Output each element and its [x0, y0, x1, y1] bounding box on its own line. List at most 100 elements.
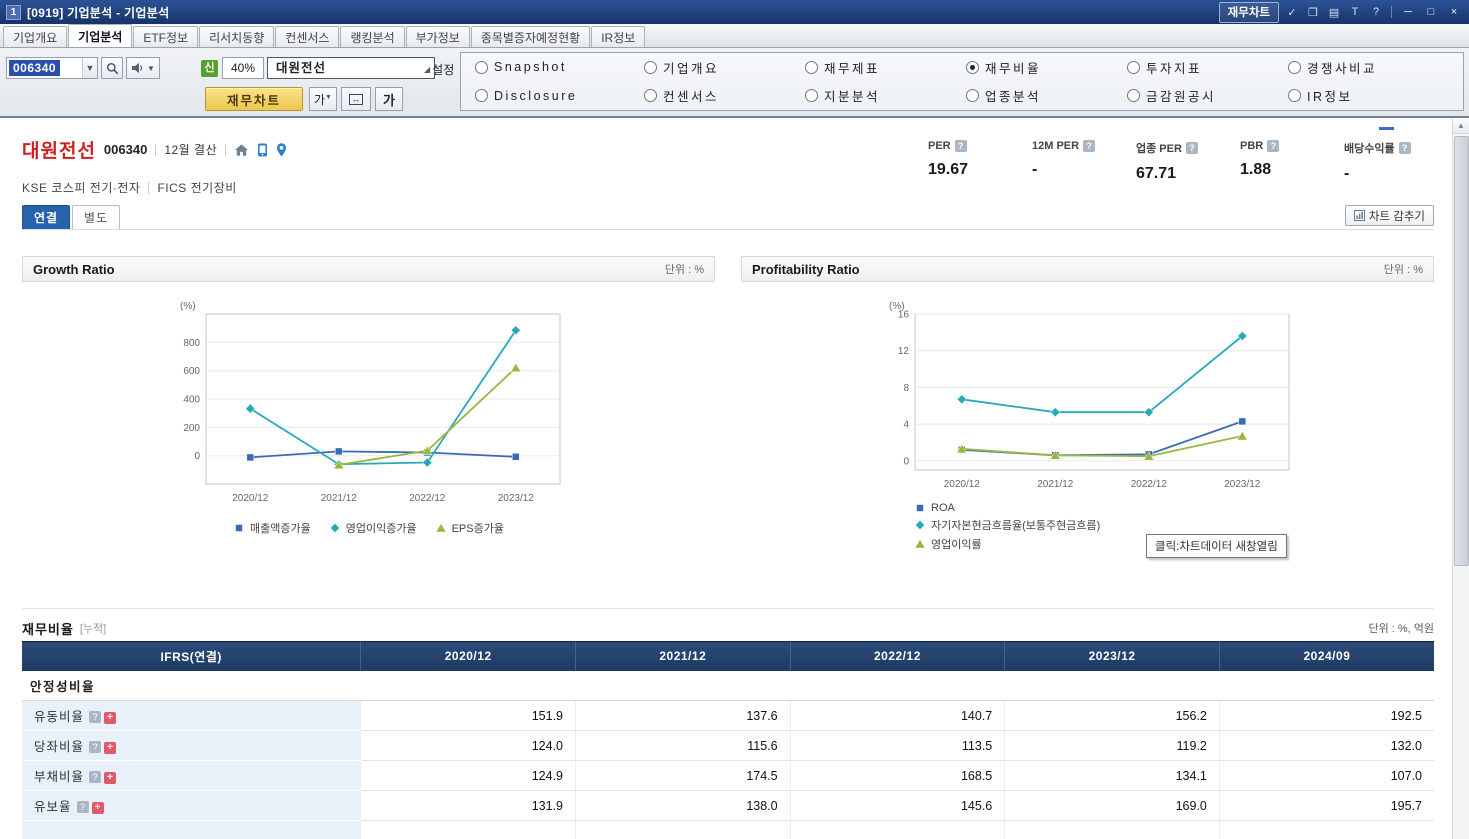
stock-name-field[interactable]: 대원전선 [267, 57, 435, 79]
view-option-업종분석[interactable]: 업종분석 [966, 86, 1127, 105]
view-option-경쟁사비교[interactable]: 경쟁사비교 [1288, 58, 1449, 77]
divider [155, 143, 157, 156]
grid-icon[interactable]: ▤ [1326, 6, 1342, 19]
subtab-별도[interactable]: 별도 [72, 205, 120, 229]
hide-chart-button[interactable]: 차트 감추기 [1344, 205, 1434, 226]
chart-unit: 단위 : % [1383, 264, 1423, 276]
view-option-Disclosure[interactable]: Disclosure [475, 89, 644, 103]
radio-icon[interactable] [644, 60, 658, 74]
minimize-button[interactable]: ─ [1399, 6, 1417, 18]
add-icon[interactable]: + [104, 742, 117, 754]
value-cell [575, 820, 791, 839]
settings-button[interactable]: ◢ 설정 [424, 61, 454, 78]
radio-icon[interactable] [805, 60, 819, 74]
legend-marker [916, 504, 924, 512]
add-icon[interactable]: + [91, 802, 104, 814]
view-option-Snapshot[interactable]: Snapshot [475, 60, 644, 74]
add-icon[interactable]: + [104, 712, 117, 724]
radio-icon[interactable] [966, 60, 980, 74]
home-icon[interactable] [234, 143, 249, 157]
window-copy-icon[interactable]: ❐ [1305, 6, 1321, 19]
profitability-ratio-chart[interactable]: 0481216(%)2020/12 2021/12 2022/12 2023/12 [863, 298, 1313, 496]
mobile-icon[interactable] [257, 143, 268, 157]
radio-icon[interactable] [1127, 89, 1141, 103]
help-icon[interactable]: ? [89, 771, 102, 783]
add-icon[interactable]: + [104, 772, 117, 784]
view-option-label: 기업개요 [663, 61, 720, 76]
menu-tab-기업개요[interactable]: 기업개요 [3, 26, 68, 47]
location-icon[interactable] [276, 142, 287, 157]
fit-width-button[interactable]: ↔ [341, 87, 371, 111]
scrollbar-thumb[interactable] [1454, 136, 1469, 566]
chevron-down-icon[interactable]: ▼ [147, 64, 155, 73]
radio-icon[interactable] [1288, 60, 1301, 74]
value-cell: 107.0 [1218, 760, 1434, 791]
menu-tab-ETF정보[interactable]: ETF정보 [133, 26, 199, 47]
maximize-button[interactable]: □ [1422, 6, 1440, 18]
menu-tab-리서치동향[interactable]: 리서치동향 [199, 26, 275, 47]
view-option-IR정보[interactable]: IR정보 [1288, 86, 1449, 105]
chart-title: Growth Ratio [33, 261, 115, 277]
radio-icon[interactable] [1127, 60, 1141, 74]
finance-chart-button[interactable]: 재무차트 [205, 87, 303, 111]
view-option-컨센서스[interactable]: 컨센서스 [644, 86, 805, 105]
text-icon[interactable]: T [1347, 6, 1363, 18]
scrollbar[interactable]: ▲ [1452, 118, 1469, 839]
metric-value: 67.71 [1136, 165, 1177, 182]
radio-icon[interactable] [805, 89, 819, 103]
view-option-투자지표[interactable]: 투자지표 [1127, 58, 1288, 77]
radio-icon[interactable] [1288, 89, 1301, 103]
font-decrease-button[interactable]: 가▼ [309, 87, 337, 111]
metric-업종 PER: 업종 PER? 67.71 [1136, 140, 1214, 196]
growth-ratio-chart[interactable]: 0 200 400 600 800 (%) 2020/12 2021/12 2022/12 202… [154, 298, 584, 510]
ratio-select[interactable]: 40% [222, 57, 264, 79]
chart-title: Profitability Ratio [752, 261, 860, 277]
menu-tab-랭킹분석[interactable]: 랭킹분석 [340, 26, 405, 47]
legend-label: 영업이익률 [931, 539, 982, 551]
close-button[interactable]: × [1445, 6, 1463, 18]
menu-tab-컨센서스[interactable]: 컨센서스 [275, 26, 340, 47]
help-icon[interactable]: ? [1185, 142, 1198, 154]
help-icon[interactable]: ? [1398, 142, 1411, 154]
radio-icon[interactable] [966, 89, 980, 103]
view-option-지분분석[interactable]: 지분분석 [805, 86, 966, 105]
view-option-label: 금감원공시 [1146, 90, 1217, 105]
view-option-재무비율[interactable]: 재무비율 [966, 58, 1127, 77]
help-icon[interactable]: ? [1267, 140, 1280, 152]
scroll-up-button[interactable]: ▲ [1453, 118, 1469, 134]
row-label-cell [22, 820, 361, 839]
radio-icon[interactable] [475, 60, 488, 74]
view-option-panel: Snapshot 기업개요 재무제표 재무비율 투자지표 경쟁사비교 Disclosure 컨… [460, 52, 1464, 111]
help-icon[interactable]: ? [76, 801, 89, 813]
view-option-재무제표[interactable]: 재무제표 [805, 58, 966, 77]
check-icon[interactable]: ✓ [1284, 6, 1300, 19]
font-increase-button[interactable]: 가 [375, 87, 403, 111]
titlebar-finance-chart-button[interactable]: 재무차트 [1218, 1, 1279, 23]
menu-tab-기업분석[interactable]: 기업분석 [68, 24, 133, 47]
radio-icon[interactable] [644, 89, 658, 103]
chevron-down-icon[interactable]: ▼ [82, 58, 97, 78]
help-icon[interactable]: ? [1083, 140, 1096, 152]
help-icon[interactable]: ? [89, 711, 102, 723]
table-header-row: IFRS(연결) 2020/12 2021/12 2022/12 2023/12 2024… [22, 641, 1434, 671]
menu-tab-부가정보[interactable]: 부가정보 [405, 26, 470, 47]
subtab-연결[interactable]: 연결 [22, 205, 70, 229]
help-icon[interactable]: ? [89, 741, 102, 753]
view-option-금감원공시[interactable]: 금감원공시 [1127, 86, 1288, 105]
collapse-dash-icon[interactable] [1379, 127, 1394, 130]
help-icon[interactable]: ? [1368, 6, 1384, 18]
stock-code-input[interactable]: 006340 ▼ [6, 57, 98, 79]
view-option-label: 경쟁사비교 [1307, 61, 1378, 76]
value-cell: 138.0 [575, 790, 791, 821]
view-option-기업개요[interactable]: 기업개요 [644, 58, 805, 77]
search-button[interactable] [101, 57, 123, 79]
metric-label-text: 배당수익률 [1344, 143, 1395, 155]
menu-tab-종목별증자예정현황[interactable]: 종목별증자예정현황 [470, 26, 591, 47]
metric-row: PER? 19.67 12M PER? - 업종 PER? 67.71 PBR? 1.88 배당… [928, 136, 1434, 196]
row-label-cell: 당좌비율? + [22, 730, 361, 761]
radio-icon[interactable] [475, 89, 488, 103]
help-icon[interactable]: ? [954, 140, 967, 152]
audio-button[interactable]: ▼ [126, 57, 160, 79]
svg-text:2021/12: 2021/12 [320, 493, 357, 504]
menu-tab-IR정보[interactable]: IR정보 [591, 26, 646, 47]
